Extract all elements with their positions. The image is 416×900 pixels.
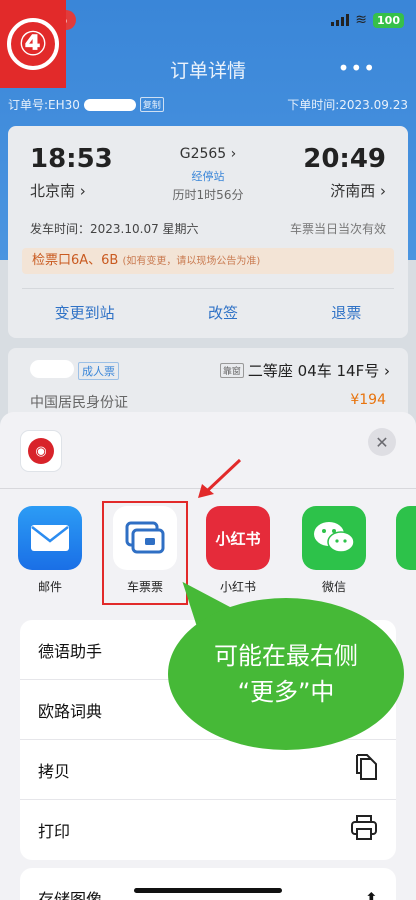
annotation-line-1: 可能在最右侧 xyxy=(214,642,358,670)
wechat-icon xyxy=(302,506,366,570)
seat-info[interactable]: 靠窗 二等座 04车 14F号 › xyxy=(219,360,390,381)
railway-logo-icon: ◉ xyxy=(28,438,54,464)
share-app-partial[interactable] xyxy=(392,506,416,570)
order-time: 下单时间:2023.09.23 xyxy=(287,98,408,112)
close-button[interactable]: ✕ xyxy=(368,428,396,456)
close-icon: ✕ xyxy=(375,432,389,452)
status-icons: ≋ 100 xyxy=(331,12,404,28)
arrival-station[interactable]: 济南西 › xyxy=(330,180,386,201)
annotation-bubble: 可能在最右侧 “更多”中 xyxy=(168,598,404,750)
change-station-button[interactable]: 变更到站 xyxy=(55,302,115,323)
share-app-wechat[interactable]: 微信 xyxy=(298,506,370,595)
home-indicator xyxy=(134,888,282,893)
redacted-name xyxy=(30,360,74,378)
step-number: ④ xyxy=(7,18,59,70)
redacted-area xyxy=(83,98,136,111)
gate-note: (如有变更，请以现场公告为准) xyxy=(122,256,261,267)
more-button[interactable]: ••• xyxy=(338,56,376,80)
departure-station[interactable]: 北京南 › xyxy=(30,180,86,201)
copy-button[interactable]: 复制 xyxy=(139,97,164,112)
refund-button[interactable]: 退票 xyxy=(331,302,361,323)
action-copy[interactable]: 拷贝 xyxy=(20,740,396,800)
wifi-icon: ≋ xyxy=(355,12,368,28)
partial-app-icon xyxy=(396,506,416,570)
action-save-image[interactable]: 存储图像 ⬆ xyxy=(20,868,396,900)
action-label: 欧路词典 xyxy=(38,701,103,721)
action-label: 拷贝 xyxy=(38,761,71,781)
validity-note: 车票当日当次有效 xyxy=(289,222,386,236)
order-number-text: 订单号:EH30 xyxy=(8,98,80,112)
gate-info: 检票口6A、6B (如有变更，请以现场公告为准) xyxy=(22,248,394,274)
annotation-line-2: “更多”中 xyxy=(237,678,335,706)
action-label: 德语助手 xyxy=(38,641,103,661)
print-icon xyxy=(350,814,378,846)
step-number-marker: ④ xyxy=(0,0,66,88)
ticket-card: 18:53 G2565 › 经停站 历时1时56分 20:49 北京南 › 济南… xyxy=(8,126,408,338)
order-info-row: 订单号:EH30 复制 下单时间:2023.09.23 xyxy=(8,96,408,113)
xiaohongshu-icon: 小红书 xyxy=(206,506,270,570)
divider xyxy=(22,288,394,289)
action-label: 打印 xyxy=(38,822,71,841)
gate-text: 检票口6A、6B xyxy=(32,253,119,268)
ticket-type-badge: 成人票 xyxy=(78,362,119,380)
ticket-actions: 变更到站 改签 退票 xyxy=(8,302,408,323)
arrival-time: 20:49 xyxy=(303,144,386,174)
window-tag: 靠窗 xyxy=(219,363,244,378)
share-app-label: 微信 xyxy=(321,580,346,594)
seat-text: 二等座 04车 14F号 › xyxy=(247,362,390,380)
annotation-arrow xyxy=(198,458,242,498)
copy-icon xyxy=(354,753,378,786)
share-app-label: 邮件 xyxy=(37,580,62,594)
ticket-price: ¥194 xyxy=(350,392,386,408)
battery-icon: 100 xyxy=(373,12,404,28)
mail-icon xyxy=(18,506,82,570)
share-app-mail[interactable]: 邮件 xyxy=(14,506,86,595)
departure-date: 发车时间：2023.10.07 星期六 xyxy=(30,222,199,236)
reschedule-button[interactable]: 改签 xyxy=(208,302,238,323)
action-label: 存储图像 xyxy=(38,890,103,900)
id-type: 中国居民身份证 xyxy=(30,395,128,411)
share-icon: ⬆ xyxy=(364,888,378,900)
action-print[interactable]: 打印 xyxy=(20,800,396,860)
signal-icon xyxy=(331,14,350,26)
railway-app-icon: ◉ xyxy=(20,430,62,472)
order-number: 订单号:EH30 复制 xyxy=(8,96,164,113)
